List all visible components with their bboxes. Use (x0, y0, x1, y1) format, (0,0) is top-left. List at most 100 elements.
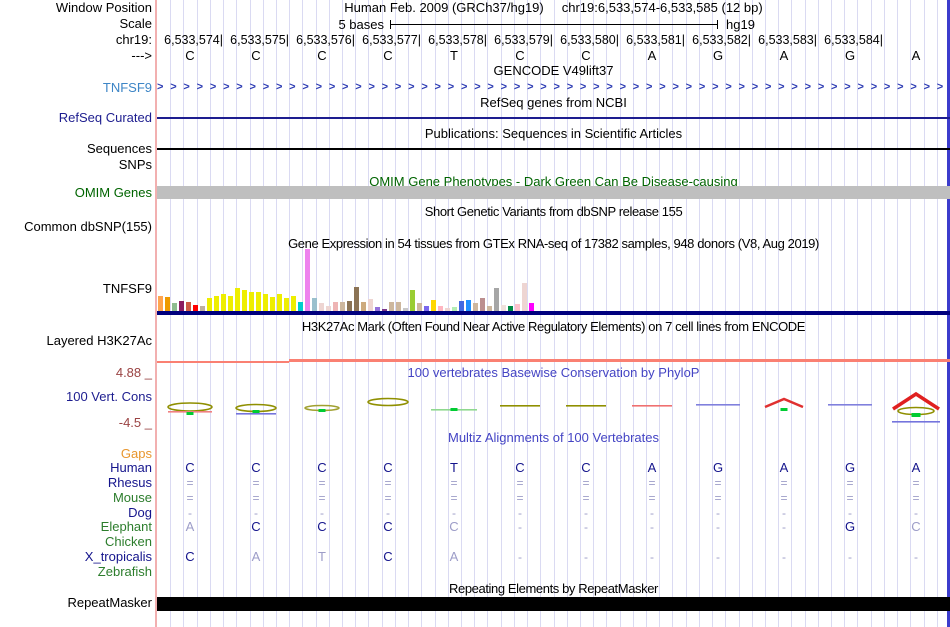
reference-base: G (844, 48, 856, 63)
gtex-tissue-bar (214, 296, 219, 311)
cons-glyph-lens (304, 404, 340, 412)
transcription-arrow: > (196, 81, 204, 93)
repeatmasker-item[interactable] (157, 597, 950, 611)
transcription-arrow: > (262, 81, 270, 93)
multiz-row-label-rhesus[interactable]: Rhesus (0, 476, 152, 490)
multiz-cell: C (185, 460, 195, 475)
multiz-row-label-gaps[interactable]: Gaps (0, 447, 152, 461)
multiz-row-label-elephant[interactable]: Elephant (0, 520, 152, 534)
track-label-refseq-curated[interactable]: RefSeq Curated (0, 111, 152, 125)
multiz-cell: A (779, 460, 789, 475)
multiz-row-label-x_tropicalis[interactable]: X_tropicalis (0, 550, 152, 564)
h3k27ac-signal-right[interactable] (289, 359, 950, 362)
transcription-arrow: > (513, 81, 521, 93)
multiz-cell: = (714, 476, 722, 490)
transcription-arrow: > (500, 81, 508, 93)
transcription-arrow: > (910, 81, 917, 93)
omim-gene-item[interactable] (157, 186, 950, 199)
multiz-cell: - (386, 506, 390, 520)
cons-axis-min: -4.5 _ (118, 415, 152, 430)
multiz-cell: - (716, 550, 720, 564)
cons-glyph-tick (252, 410, 260, 413)
cons-glyph-line (566, 405, 606, 407)
track-label-sequences[interactable]: Sequences (0, 142, 152, 156)
multiz-row-label-zebrafish[interactable]: Zebrafish (0, 565, 152, 579)
multiz-cell: C (251, 519, 261, 534)
multiz-cell: - (650, 550, 654, 564)
track-label-tnfsf9-gencode[interactable]: TNFSF9 (0, 81, 152, 95)
h3k27ac-signal-left[interactable] (157, 361, 289, 363)
multiz-cell: G (712, 460, 724, 475)
multiz-row-label-chicken[interactable]: Chicken (0, 535, 152, 549)
transcription-arrow: > (764, 81, 772, 93)
gtex-tissue-bar (207, 298, 212, 311)
transcription-arrow: > (566, 81, 574, 93)
reference-base: A (911, 48, 921, 63)
position-header: Human Feb. 2009 (GRCh37/hg19) chr19:6,53… (157, 1, 950, 15)
multiz-cell: - (716, 520, 720, 534)
transcription-arrow: > (725, 81, 732, 93)
track-label-omim-genes[interactable]: OMIM Genes (0, 186, 152, 200)
gtex-tissue-bar (494, 288, 499, 311)
position-number: 6,533,575| (230, 33, 289, 47)
multiz-cell: - (320, 506, 324, 520)
gtex-tissue-bar (333, 302, 338, 311)
gtex-tissue-bar (228, 296, 233, 311)
transcription-arrow: > (646, 81, 653, 93)
multiz-cell: C (185, 549, 195, 564)
gtex-tissue-bar (515, 304, 520, 311)
genome-browser-image: Window Position Scale chr19: ---> TNFSF9… (0, 0, 950, 627)
gtex-tissue-bar (319, 303, 324, 311)
transcription-arrow: > (579, 81, 587, 93)
multiz-cell: = (714, 491, 722, 505)
gtex-tissue-bar (158, 296, 163, 311)
multiz-cell: = (252, 491, 260, 505)
track-label-100-vert-cons[interactable]: 100 Vert. Cons (0, 390, 152, 404)
publications-sequences-item[interactable] (157, 148, 950, 150)
transcription-arrow: > (474, 81, 481, 93)
cons-glyph-line (696, 404, 740, 406)
multiz-cell: C (449, 519, 459, 534)
gtex-tissue-bar (312, 298, 317, 311)
position-number: 6,533,582| (692, 33, 751, 47)
track-label-common-dbsnp[interactable]: Common dbSNP(155) (0, 220, 152, 234)
chrom-label: chr19: (115, 32, 152, 47)
multiz-row-label-human[interactable]: Human (0, 461, 152, 475)
multiz-row-label-mouse[interactable]: Mouse (0, 491, 152, 505)
scale-bar-right-tick (717, 20, 718, 29)
multiz-cell: C (911, 519, 921, 534)
tnfsf9-gene-item[interactable]: > > > > > > > > > > > > > > > > > > > > > > > > > > > > > > > > > > > > > > > >… (157, 80, 950, 94)
transcription-arrow: > (275, 81, 283, 93)
multiz-cell: C (515, 460, 525, 475)
reference-base: A (779, 48, 789, 63)
gtex-tissue-bar (466, 300, 471, 311)
multiz-cell: = (384, 491, 392, 505)
scale-bar-line (390, 24, 718, 25)
multiz-cell: A (911, 460, 921, 475)
gtex-tissue-bar (347, 301, 352, 311)
transcription-arrow: > (804, 81, 812, 93)
track-label-tnfsf9-gtex[interactable]: TNFSF9 (0, 282, 152, 296)
transcription-arrow: > (791, 81, 798, 93)
transcription-arrow: > (315, 81, 323, 93)
track-label-snps[interactable]: SNPs (0, 158, 152, 172)
transcription-arrow: > (209, 81, 217, 93)
publications-track-title: Publications: Sequences in Scientific Ar… (424, 126, 683, 141)
multiz-cell: = (582, 476, 590, 490)
gtex-tissue-bar (186, 302, 191, 311)
transcription-arrow: > (540, 81, 547, 93)
multiz-row-label-dog[interactable]: Dog (0, 506, 152, 520)
refseq-curated-item[interactable] (157, 117, 950, 119)
multiz-track-title: Multiz Alignments of 100 Vertebrates (447, 430, 659, 445)
transcription-arrow: > (328, 81, 336, 93)
cons-glyph-line (236, 413, 276, 415)
gtex-tissue-bar (249, 292, 254, 311)
transcription-arrow: > (421, 81, 428, 93)
multiz-cell: T (318, 549, 326, 564)
gtex-tissue-bar (305, 249, 310, 311)
track-label-layered-h3k27ac[interactable]: Layered H3K27Ac (0, 334, 152, 348)
transcription-arrow: > (923, 81, 930, 93)
cons-glyph-lens (235, 403, 277, 413)
multiz-cell: = (450, 476, 458, 490)
track-label-repeatmasker[interactable]: RepeatMasker (0, 596, 152, 610)
